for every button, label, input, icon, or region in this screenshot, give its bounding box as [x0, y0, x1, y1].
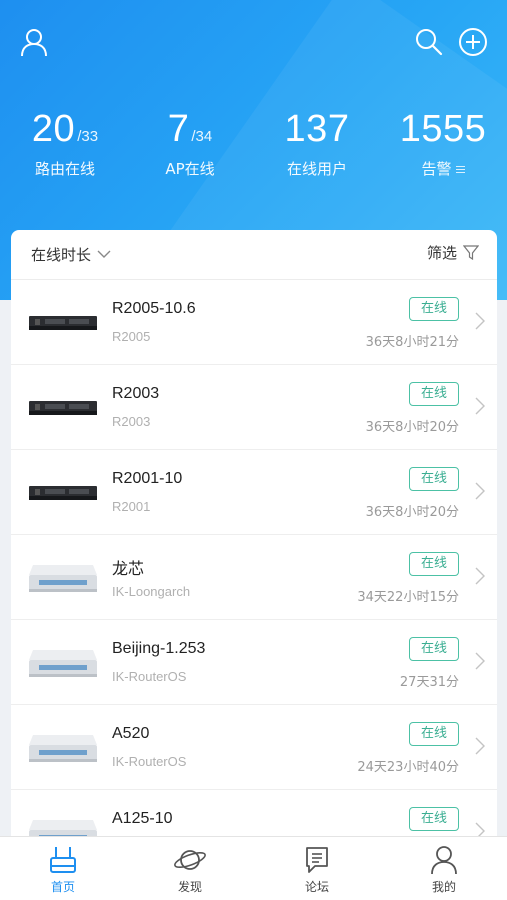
chevron-right-icon [475, 567, 485, 585]
device-row[interactable]: R2003 R2003 在线 36天8小时20分 [11, 365, 497, 450]
device-model: IK-RouterOS [112, 669, 187, 684]
status-badge: 在线 [409, 297, 459, 321]
device-row[interactable]: R2001-10 R2001 在线 36天8小时20分 [11, 450, 497, 535]
filter-button[interactable]: 筛选 [427, 242, 479, 263]
tab-discover[interactable]: 发现 [127, 843, 253, 895]
planet-icon [174, 850, 206, 870]
stat-value: 1555 [399, 108, 487, 150]
tab-home[interactable]: 首页 [0, 843, 126, 895]
device-name: A520 [112, 725, 150, 742]
profile-button[interactable] [14, 22, 54, 62]
chevron-right-icon [475, 397, 485, 415]
rack-router-icon [29, 401, 97, 415]
add-circle-icon [459, 28, 487, 56]
device-model: R2005 [112, 329, 151, 344]
stat-total: /33 [77, 128, 99, 145]
rack-router-icon [29, 486, 97, 500]
stat-label: 路由在线 [34, 160, 95, 178]
device-row[interactable]: 龙芯 IK-Loongarch 在线 34天22小时15分 [11, 535, 497, 620]
device-model: R2003 [112, 414, 151, 429]
status-badge: 在线 [409, 637, 459, 661]
device-name: R2003 [112, 385, 160, 402]
bottom-tab-bar: 首页 发现 论坛 我的 [0, 836, 507, 900]
online-duration: 36天8小时20分 [365, 420, 459, 435]
device-thumbnail [27, 387, 99, 427]
search-button[interactable] [409, 22, 449, 62]
status-badge: 在线 [409, 807, 459, 831]
chevron-right-icon [475, 652, 485, 670]
tab-label: 我的 [431, 880, 456, 894]
desktop-router-icon [29, 650, 97, 677]
device-thumbnail [27, 302, 99, 342]
stat-value: 137 [284, 108, 350, 150]
stat-routers-online[interactable]: 20/33 路由在线 [2, 108, 128, 179]
device-name: 龙芯 [112, 561, 145, 578]
stats-panel: 20/33 路由在线 7/34 AP在线 137 在线用户 1555 告警 [0, 108, 507, 188]
stat-total: /34 [191, 128, 213, 145]
desktop-router-icon [29, 735, 97, 762]
stat-label: 在线用户 [286, 160, 347, 178]
device-model: IK-Loongarch [112, 584, 191, 599]
tab-label: 发现 [177, 880, 202, 894]
device-name: R2005-10.6 [112, 300, 196, 317]
device-row[interactable]: A520 IK-RouterOS 在线 24天23小时40分 [11, 705, 497, 790]
device-name: R2001-10 [112, 470, 183, 487]
stat-alerts[interactable]: 1555 告警 [380, 108, 506, 179]
user-icon [431, 846, 457, 875]
online-duration: 36天8小时20分 [365, 505, 459, 520]
user-icon [21, 29, 47, 57]
device-row[interactable]: Beijing-1.253 IK-RouterOS 在线 27天31分 [11, 620, 497, 705]
tab-label: 论坛 [304, 880, 329, 894]
device-name: Beijing-1.253 [112, 640, 206, 657]
device-thumbnail [27, 642, 99, 682]
stat-value: 20 [31, 108, 76, 150]
device-name: A125-10 [112, 810, 173, 827]
status-badge: 在线 [409, 722, 459, 746]
search-icon [416, 29, 443, 56]
tab-forum[interactable]: 论坛 [254, 843, 380, 895]
tab-label: 首页 [50, 880, 75, 894]
chevron-down-icon [97, 250, 111, 258]
device-thumbnail [27, 557, 99, 597]
chevron-right-icon [475, 737, 485, 755]
device-model: R2001 [112, 499, 151, 514]
device-thumbnail [27, 727, 99, 767]
status-badge: 在线 [409, 382, 459, 406]
sort-label: 在线时长 [31, 246, 92, 264]
status-badge: 在线 [409, 467, 459, 491]
chevron-right-icon [475, 482, 485, 500]
chevron-right-icon [475, 312, 485, 330]
device-thumbnail [27, 472, 99, 512]
stat-ap-online[interactable]: 7/34 AP在线 [127, 108, 253, 179]
list-lines-icon [455, 166, 465, 173]
status-badge: 在线 [409, 552, 459, 576]
sort-dropdown[interactable]: 在线时长 [31, 244, 111, 265]
device-model: IK-RouterOS [112, 754, 187, 769]
add-device-button[interactable] [453, 22, 493, 62]
desktop-router-icon [29, 565, 97, 592]
top-bar [0, 22, 507, 66]
online-duration: 24天23小时40分 [357, 760, 459, 775]
list-toolbar: 在线时长 筛选 [11, 230, 497, 280]
stat-online-users[interactable]: 137 在线用户 [254, 108, 380, 179]
filter-icon [463, 245, 479, 260]
device-list-card: 在线时长 筛选 R2005-10.6 R2005 在线 36天8小时21分 R2003 R… [11, 230, 497, 850]
router-icon [50, 847, 76, 873]
stat-label: AP在线 [165, 160, 215, 178]
tab-mine[interactable]: 我的 [381, 843, 507, 895]
stat-value: 7 [167, 108, 190, 150]
forum-icon [306, 847, 328, 873]
filter-label: 筛选 [426, 244, 457, 262]
device-row[interactable]: R2005-10.6 R2005 在线 36天8小时21分 [11, 280, 497, 365]
online-duration: 36天8小时21分 [365, 335, 459, 350]
online-duration: 34天22小时15分 [357, 590, 459, 605]
rack-router-icon [29, 316, 97, 330]
stat-label: 告警 [421, 160, 452, 178]
online-duration: 27天31分 [399, 675, 459, 690]
